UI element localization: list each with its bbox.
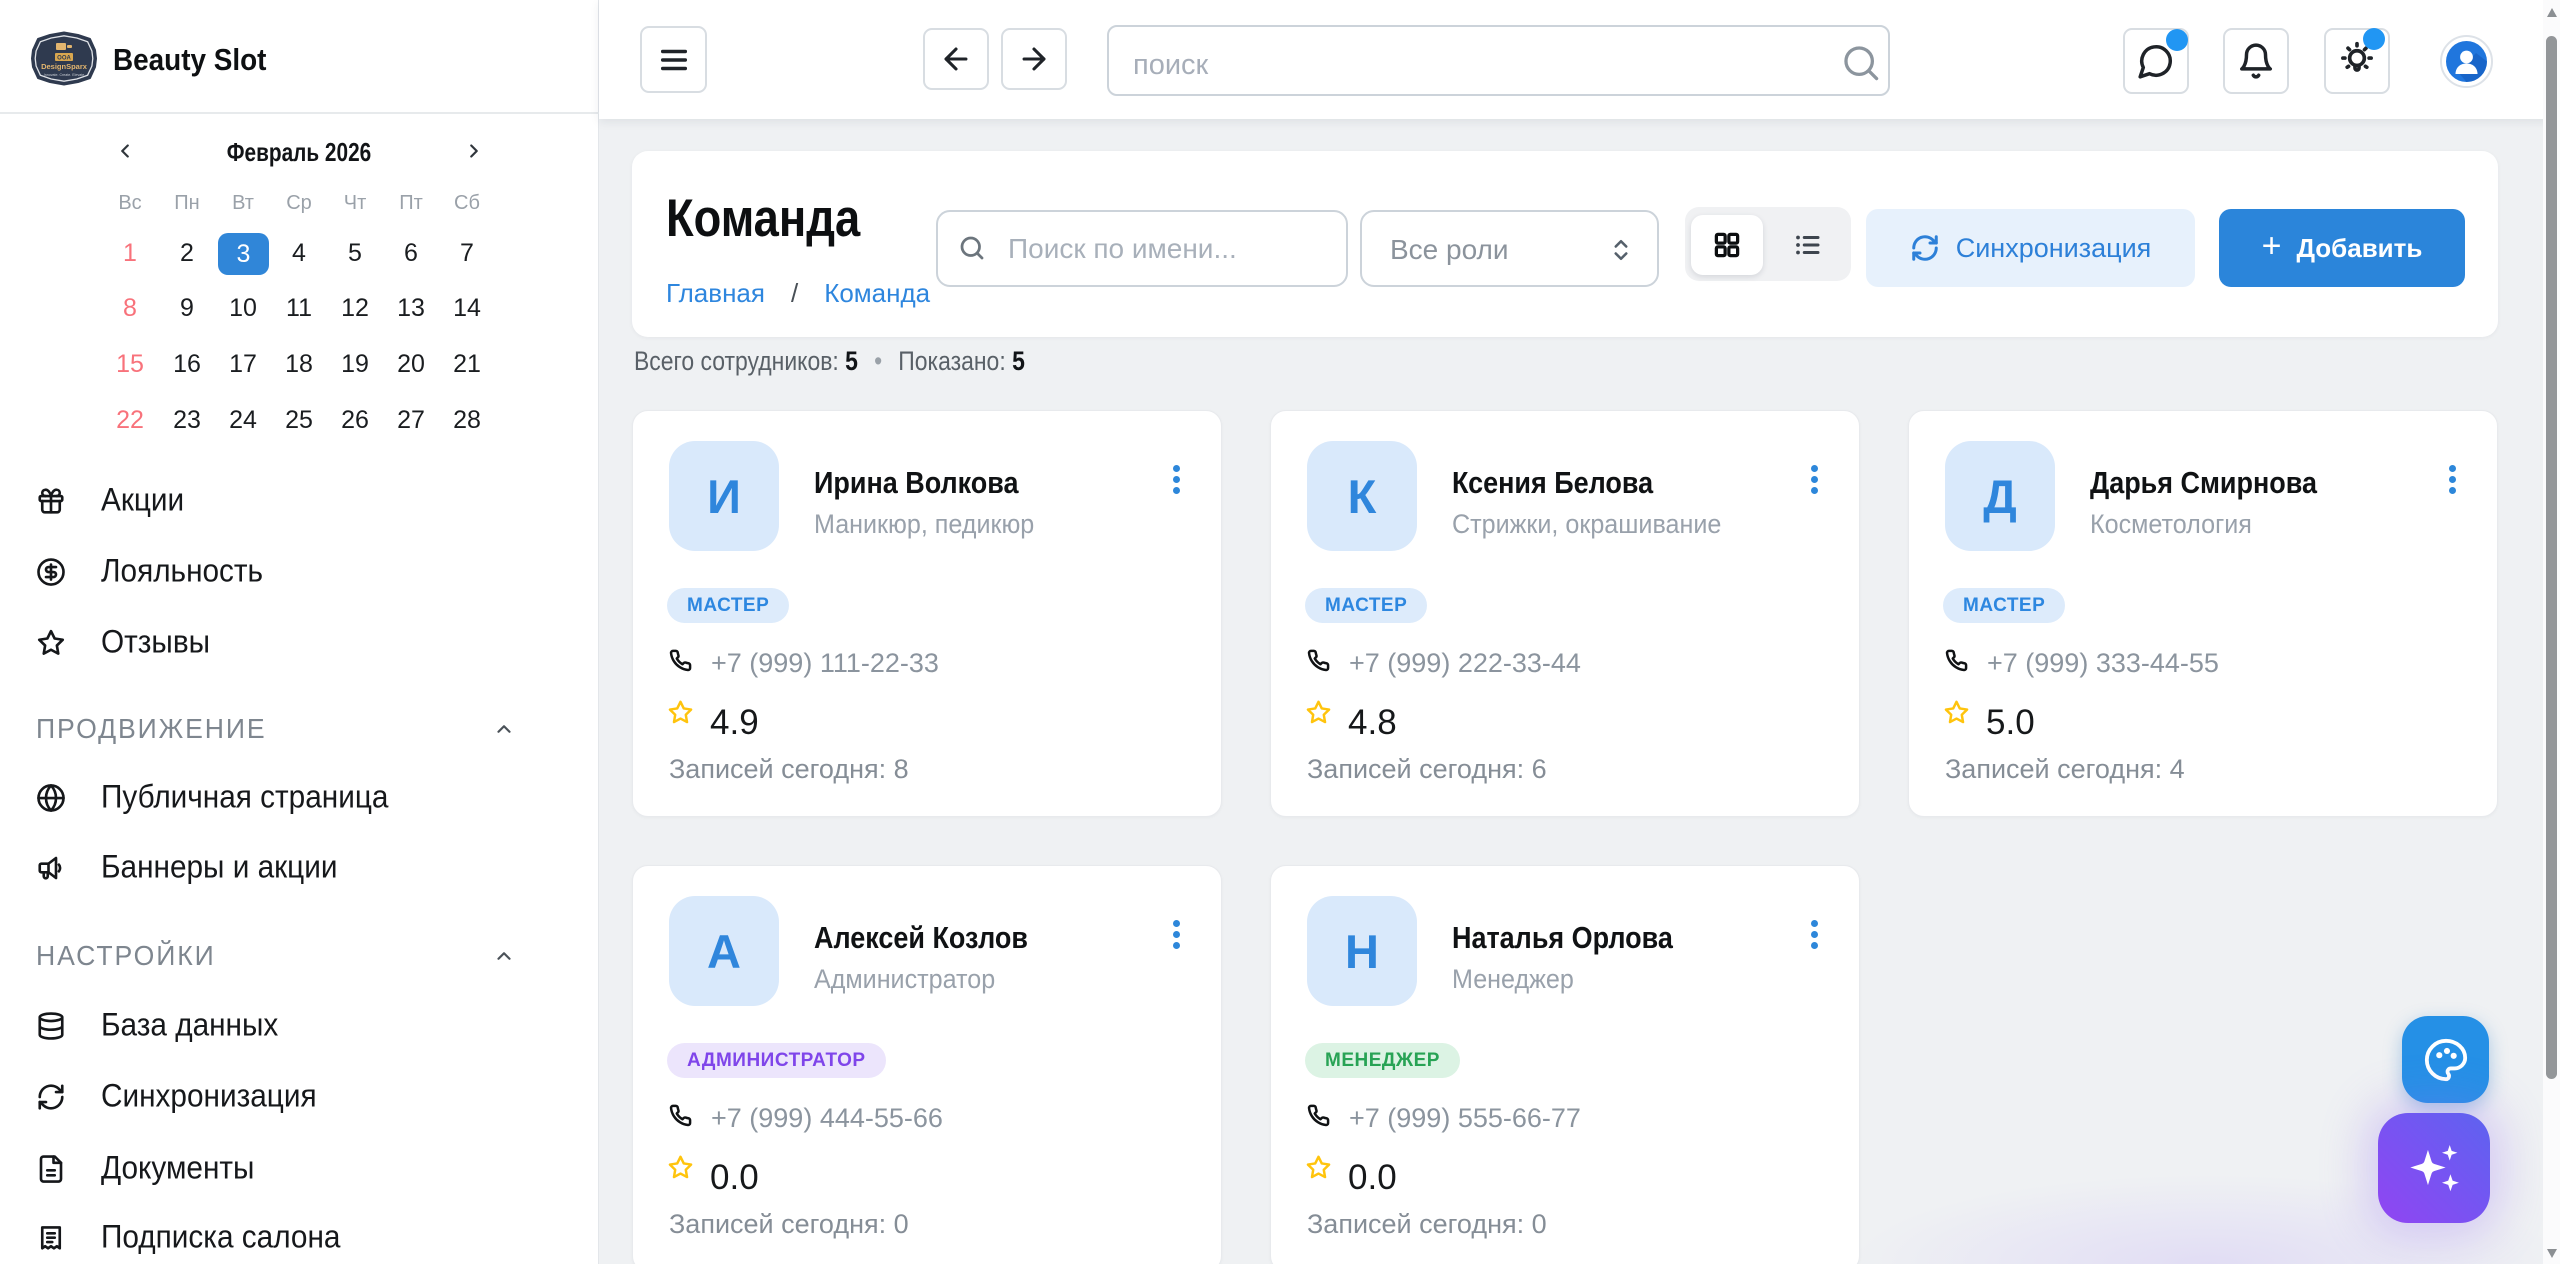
svg-text:DesignSparx: DesignSparx xyxy=(41,62,88,71)
svg-text:OOA: OOA xyxy=(57,56,71,62)
svg-text:Innovate. Create. Elevate: Innovate. Create. Elevate xyxy=(44,73,85,77)
